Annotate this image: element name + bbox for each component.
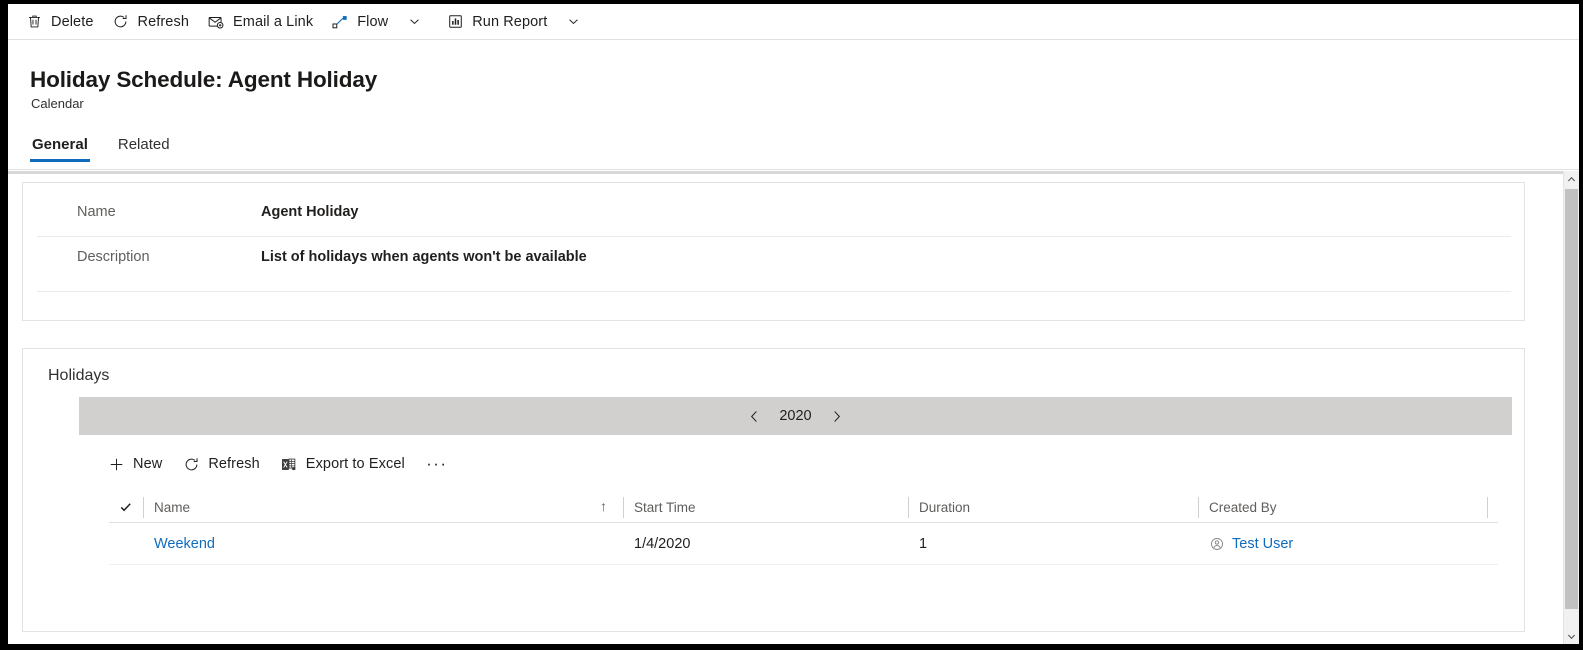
person-circle-icon <box>1209 536 1225 552</box>
export-to-excel-label: Export to Excel <box>305 456 405 472</box>
column-header-name[interactable]: Name ↑ <box>143 492 623 523</box>
tab-general[interactable]: General <box>30 132 90 162</box>
cell-duration: 1 <box>919 535 928 552</box>
year-navigation-bar: 2020 <box>79 397 1512 435</box>
flow-label: Flow <box>357 13 389 30</box>
column-header-duration[interactable]: Duration <box>908 492 1198 523</box>
holiday-name-link[interactable]: Weekend <box>154 536 215 552</box>
export-to-excel-button[interactable]: Export to Excel <box>270 447 415 481</box>
holidays-grid: Name ↑ Start Time Duration Created By We… <box>109 492 1498 565</box>
column-divider <box>1487 496 1488 518</box>
cell-name: Weekend <box>143 523 623 565</box>
page-title: Holiday Schedule: Agent Holiday <box>30 67 378 92</box>
refresh-icon <box>182 455 200 473</box>
row-checkbox[interactable] <box>109 523 143 565</box>
chevron-left-icon[interactable] <box>742 403 768 429</box>
description-field-value[interactable]: List of holidays when agents won't be av… <box>261 249 587 265</box>
cell-created-by: Test User <box>1198 523 1488 565</box>
page-subtitle: Calendar <box>31 96 84 111</box>
holidays-section-title: Holidays <box>48 367 110 384</box>
record-header: Holiday Schedule: Agent Holiday Calendar… <box>8 40 1579 170</box>
column-divider <box>1198 496 1199 518</box>
column-header-duration-label: Duration <box>919 499 971 515</box>
subgrid-refresh-label: Refresh <box>208 456 260 472</box>
column-header-start-time-label: Start Time <box>634 499 696 515</box>
tab-related[interactable]: Related <box>116 132 172 162</box>
column-header-created-by-label: Created By <box>1209 499 1277 515</box>
plus-icon <box>107 455 125 473</box>
excel-icon <box>280 455 298 473</box>
new-label: New <box>133 456 163 472</box>
delete-label: Delete <box>51 13 94 30</box>
sort-ascending-icon: ↑ <box>600 497 607 514</box>
select-all-checkbox[interactable] <box>109 492 143 523</box>
form-body: Name Agent Holiday Description List of h… <box>8 171 1579 644</box>
run-report-label: Run Report <box>472 13 548 30</box>
name-field-label: Name <box>77 204 116 220</box>
column-divider <box>908 496 909 518</box>
refresh-label: Refresh <box>137 13 189 30</box>
command-bar: Delete Refresh Email a Link Flow Run Rep… <box>8 4 1579 40</box>
holidays-section: Holidays 2020 New Refresh Export to Exce… <box>22 348 1525 632</box>
chevron-down-icon[interactable] <box>1564 628 1579 644</box>
subgrid-refresh-button[interactable]: Refresh <box>172 447 269 481</box>
cell-start-time: 1/4/2020 <box>634 535 691 552</box>
created-by-link[interactable]: Test User <box>1232 536 1293 552</box>
delete-button[interactable]: Delete <box>16 5 103 39</box>
column-header-created-by[interactable]: Created By <box>1198 492 1488 523</box>
subgrid-command-bar: New Refresh Export to Excel ··· <box>97 446 453 482</box>
field-row-description: Description List of holidays when agents… <box>37 237 1511 292</box>
column-header-start-time[interactable]: Start Time <box>623 492 908 523</box>
report-icon <box>446 13 464 31</box>
column-header-name-label: Name <box>154 499 191 515</box>
flow-chevron-down-icon[interactable] <box>403 5 425 39</box>
year-label: 2020 <box>779 408 812 424</box>
name-field-value[interactable]: Agent Holiday <box>261 204 358 220</box>
email-a-link-label: Email a Link <box>233 13 314 30</box>
column-divider <box>143 496 144 518</box>
email-a-link-button[interactable]: Email a Link <box>198 5 322 39</box>
overflow-menu-button[interactable]: ··· <box>421 448 453 480</box>
scrollbar-thumb[interactable] <box>1565 189 1578 609</box>
flow-icon <box>331 13 349 31</box>
refresh-icon <box>112 13 130 31</box>
email-link-icon <box>207 13 225 31</box>
run-report-button[interactable]: Run Report <box>437 5 556 39</box>
run-report-chevron-down-icon[interactable] <box>562 5 584 39</box>
chevron-right-icon[interactable] <box>824 403 850 429</box>
year-navigation: 2020 <box>742 403 850 429</box>
column-divider <box>623 496 624 518</box>
field-row-name: Name Agent Holiday <box>37 192 1511 237</box>
flow-button[interactable]: Flow <box>322 5 397 39</box>
general-section: Name Agent Holiday Description List of h… <box>22 182 1525 321</box>
chevron-up-icon[interactable] <box>1564 171 1579 187</box>
refresh-button[interactable]: Refresh <box>103 5 198 39</box>
table-row[interactable]: Weekend 1/4/2020 1 Test User <box>109 523 1498 565</box>
app-window: Delete Refresh Email a Link Flow Run Rep… <box>8 4 1579 644</box>
vertical-scrollbar[interactable] <box>1563 171 1579 644</box>
trash-icon <box>25 13 43 31</box>
grid-header-row: Name ↑ Start Time Duration Created By <box>109 492 1498 523</box>
form-tabs: General Related <box>30 132 198 162</box>
description-field-label: Description <box>77 249 150 265</box>
new-button[interactable]: New <box>97 447 172 481</box>
body-top-divider <box>8 171 1579 174</box>
